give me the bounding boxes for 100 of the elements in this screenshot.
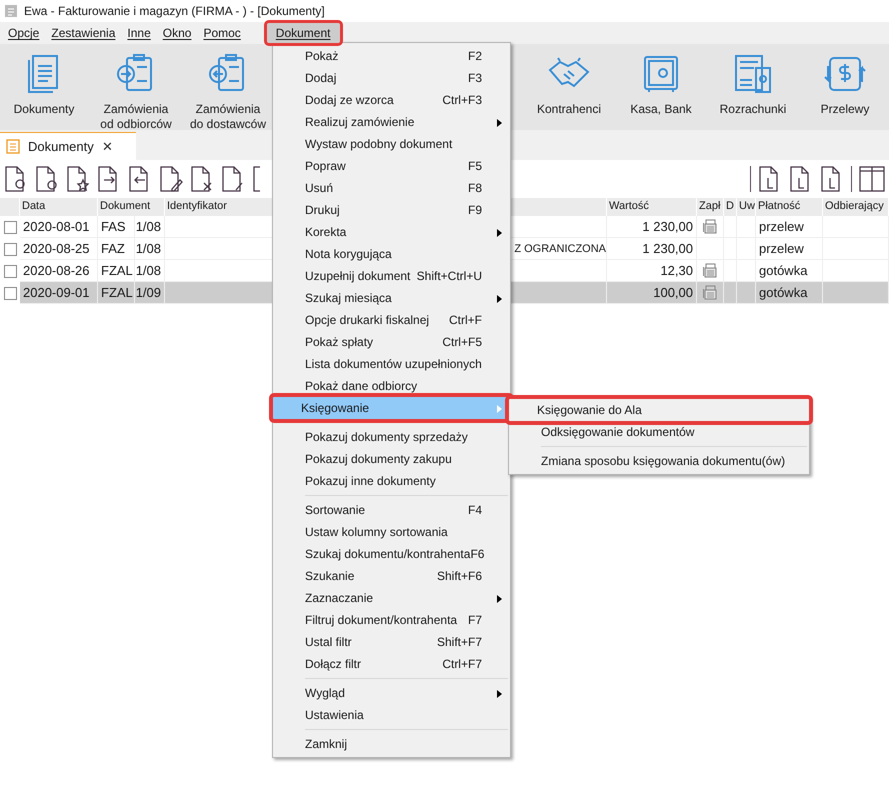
- menu-item[interactable]: Szukanie Shift+F6: [273, 565, 510, 587]
- table-cell: 2020-08-01: [20, 216, 98, 238]
- printer-icon: [703, 219, 717, 234]
- table-cell: 2020-08-26: [20, 260, 98, 282]
- menu-bar-item[interactable]: Dokument: [264, 20, 342, 46]
- row-checkbox[interactable]: [4, 264, 16, 278]
- menu-item[interactable]: Uzupełnij dokument Shift+Ctrl+U: [273, 265, 510, 287]
- menu-item[interactable]: Filtruj dokument/kontrahenta F7: [273, 609, 510, 631]
- column-header: D: [724, 198, 737, 216]
- menu-item[interactable]: Zaznaczanie: [273, 587, 510, 609]
- table-cell: przelew: [756, 216, 823, 238]
- menu-bar-item[interactable]: Zestawienia: [45, 23, 122, 43]
- submenu-arrow-icon: [497, 229, 502, 237]
- menu-item[interactable]: Zmiana sposobu księgowania dokumentu(ów): [509, 450, 809, 472]
- submenu-arrow-icon: [497, 405, 502, 413]
- submenu-arrow-icon: [497, 119, 502, 127]
- document-icon[interactable]: [252, 166, 260, 192]
- table-cell: FZAL: [98, 282, 135, 304]
- ribbon-button[interactable]: Zamówienia od odbiorców: [92, 52, 180, 132]
- tab-label: Dokumenty: [28, 139, 94, 154]
- document-tab[interactable]: Dokumenty ✕: [0, 132, 136, 160]
- menu-item[interactable]: Realizuj zamówienie: [273, 111, 510, 133]
- table-cell: 1 230,00: [607, 216, 697, 238]
- menu-bar-item[interactable]: Pomoc: [197, 23, 247, 43]
- table-cell: 100,00: [607, 282, 697, 304]
- attach-document-icon[interactable]: [221, 166, 245, 192]
- table-cell: [737, 260, 756, 282]
- menu-item[interactable]: Ustawienia: [273, 704, 510, 726]
- table-cell: 1/08: [135, 216, 165, 238]
- menu-item[interactable]: Zamknij: [273, 733, 510, 755]
- window-title: Ewa - Fakturowanie i magazyn (FIRMA - ) - [Dokumenty]: [24, 4, 325, 18]
- menu-item[interactable]: Ustaw kolumny sortowania: [273, 521, 510, 543]
- table-cell: FZAL: [98, 260, 135, 282]
- submenu-arrow-icon: [497, 595, 502, 603]
- table-cell: [737, 282, 756, 304]
- table-cell: przelew: [756, 238, 823, 260]
- printer-icon: [703, 263, 717, 278]
- menu-item[interactable]: Usuń F8: [273, 177, 510, 199]
- menu-item[interactable]: Lista dokumentów uzupełnionych: [273, 353, 510, 375]
- list-icon: [6, 139, 20, 154]
- column-header: Płatność: [756, 198, 823, 216]
- menu-item[interactable]: Dodaj ze wzorca Ctrl+F3: [273, 89, 510, 111]
- menu-item[interactable]: Pokaż F2: [273, 45, 510, 67]
- close-button[interactable]: ✕: [102, 139, 113, 154]
- table-cell: gotówka: [756, 282, 823, 304]
- ribbon-button[interactable]: Dokumenty: [0, 52, 88, 132]
- menu-bar-item[interactable]: Inne: [121, 23, 157, 43]
- submenu-arrow-icon: [497, 295, 502, 303]
- add-document-icon[interactable]: [35, 166, 59, 192]
- menu-item[interactable]: Dołącz filtr Ctrl+F7: [273, 653, 510, 675]
- table-cell: 1/08: [135, 238, 165, 260]
- menu-item[interactable]: Szukaj dokumentu/kontrahentaF6: [273, 543, 510, 565]
- column-header: Data: [20, 198, 98, 216]
- menu-item[interactable]: Księgowanie do Ala: [505, 395, 813, 425]
- menu-item[interactable]: Ustal filtr Shift+F7: [273, 631, 510, 653]
- column-header: Zapł: [697, 198, 724, 216]
- table-cell: FAS: [98, 216, 135, 238]
- column-header: Uw: [737, 198, 756, 216]
- menu-item[interactable]: Opcje drukarki fiskalnej Ctrl+F: [273, 309, 510, 331]
- menu-item[interactable]: Pokazuj dokumenty sprzedaży: [273, 426, 510, 448]
- menu-bar-item[interactable]: Okno: [156, 23, 198, 43]
- table-cell: 2020-09-01: [20, 282, 98, 304]
- row-checkbox[interactable]: [4, 242, 16, 256]
- menu-item[interactable]: Pokazuj dokumenty zakupu: [273, 448, 510, 470]
- table-cell: 12,30: [607, 260, 697, 282]
- menu-item[interactable]: Wystaw podobny dokument: [273, 133, 510, 155]
- table-cell: 1/09: [135, 282, 165, 304]
- table-cell: 2020-08-25: [20, 238, 98, 260]
- menu-item[interactable]: Popraw F5: [273, 155, 510, 177]
- star-document-icon[interactable]: [66, 166, 90, 192]
- ribbon-button[interactable]: Kontrahenci: [525, 52, 613, 117]
- column-header: Wartość: [607, 198, 697, 216]
- ribbon-button[interactable]: Kasa, Bank: [617, 52, 705, 117]
- menu-bar-item[interactable]: Opcje: [2, 23, 46, 43]
- row-checkbox[interactable]: [4, 286, 16, 300]
- table-cell: [823, 282, 889, 304]
- edit-document-icon[interactable]: [159, 166, 183, 192]
- table-cell: 1/08: [135, 260, 165, 282]
- menu-item[interactable]: Pokazuj inne dokumenty: [273, 470, 510, 492]
- app-icon: [4, 4, 18, 18]
- menu-item[interactable]: Księgowanie: [269, 393, 514, 423]
- printer-icon: [703, 285, 717, 300]
- menu-item[interactable]: Pokaż spłaty Ctrl+F5: [273, 331, 510, 353]
- row-checkbox[interactable]: [4, 220, 16, 234]
- table-cell: gotówka: [756, 260, 823, 282]
- columns-icon[interactable]: [859, 166, 885, 192]
- menu-item[interactable]: Sortowanie F4: [273, 499, 510, 521]
- submenu-arrow-icon: [497, 690, 502, 698]
- delete-document-icon[interactable]: [190, 166, 214, 192]
- ribbon-button[interactable]: Zamówienia do dostawców: [184, 52, 272, 132]
- table-cell: FAZ: [98, 238, 135, 260]
- column-header: Dokument: [98, 198, 165, 216]
- ribbon-button[interactable]: Przelewy: [801, 52, 889, 117]
- menu-item[interactable]: Szukaj miesiąca: [273, 287, 510, 309]
- menu-item[interactable]: Dodaj F3: [273, 67, 510, 89]
- menu-item[interactable]: Wygląd: [273, 682, 510, 704]
- table-cell: [823, 260, 889, 282]
- ribbon-button[interactable]: Rozrachunki: [709, 52, 797, 117]
- column-header: Odbierający: [823, 198, 889, 216]
- table-cell: 1 230,00: [607, 238, 697, 260]
